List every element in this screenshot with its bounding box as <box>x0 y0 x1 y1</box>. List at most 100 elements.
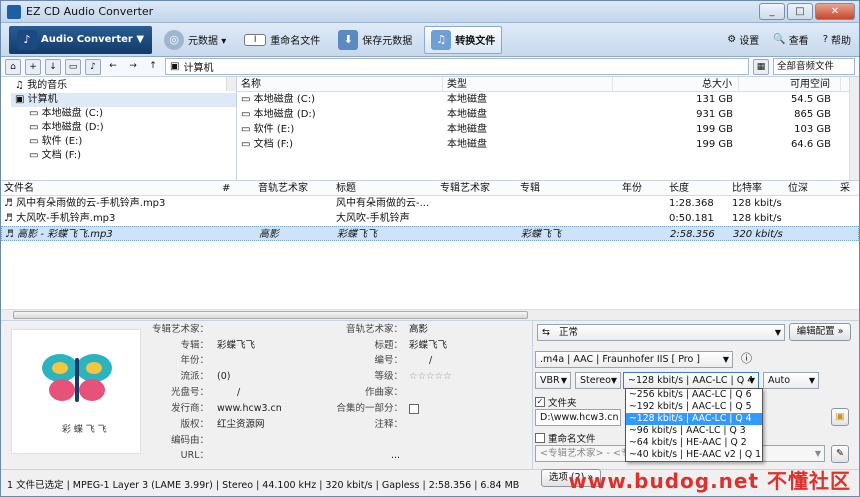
help-button[interactable]: ? 帮助 <box>823 32 851 47</box>
track-bitrate: 320 kbit/s <box>733 229 783 240</box>
album-value[interactable]: 彩蝶飞飞 <box>217 339 255 353</box>
settings-button[interactable]: ⚙ 设置 <box>727 32 759 47</box>
tree-label: 本地磁盘 (C:) <box>41 108 103 119</box>
file-browser: ♫ 我的音乐 ▣ 计算机 ▭ 本地磁盘 (C:) ▭ 本地磁盘 (D:) ▭ 软… <box>1 77 859 181</box>
genre-value[interactable]: (0) <box>217 370 230 384</box>
drive-row[interactable]: ▭ 本地磁盘 (C:) 本地磁盘 131 GB 54.5 GB <box>237 92 859 107</box>
tree-scrollbar[interactable] <box>226 77 236 91</box>
add-folder-icon[interactable]: + <box>25 58 41 75</box>
col-length[interactable]: 长度 <box>666 181 729 195</box>
album-art[interactable]: 彩 蝶 飞 飞 <box>11 329 141 454</box>
save-metadata-button[interactable]: ⬇ 保存元数据 <box>332 26 418 54</box>
col-track-artist[interactable]: 音轨艺术家 <box>255 181 333 195</box>
compilation-checkbox[interactable] <box>409 404 419 414</box>
track-row[interactable]: ♬ 大风吹-手机铃声.mp3 大风吹-手机铃声 0:50.181 128 kbi… <box>1 211 859 226</box>
samplerate-select[interactable]: Auto ▼ <box>763 372 819 389</box>
metadata-label: 元数据 ▾ <box>188 36 227 47</box>
drive-total: 199 GB <box>696 124 733 135</box>
tree-item-drive-e[interactable]: ▭ 软件 (E:) <box>11 135 236 149</box>
col-free[interactable]: 可用空间 <box>739 77 841 91</box>
drive-row[interactable]: ▭ 文档 (F:) 本地磁盘 199 GB 64.6 GB <box>237 137 859 152</box>
col-title[interactable]: 标题 <box>333 181 437 195</box>
computer-icon[interactable]: ▭ <box>65 58 81 75</box>
track-row-selected[interactable]: ♬ 高影 - 彩蝶飞飞.mp3 高影 彩蝶飞飞 彩蝶飞飞 2:58.356 32… <box>1 226 859 241</box>
quality-option[interactable]: ~256 kbit/s | AAC-LC | Q 6 <box>626 389 762 401</box>
drive-total: 199 GB <box>696 139 733 150</box>
edit-pattern-button[interactable]: ✎ <box>831 445 849 463</box>
url-value[interactable]: ... <box>391 449 400 463</box>
copyright-value[interactable]: 红尘资源网 <box>217 418 265 432</box>
mode-select[interactable]: VBR ▼ <box>535 372 571 389</box>
number-value[interactable]: / <box>429 354 432 368</box>
browse-folder-button[interactable]: ▣ <box>831 408 849 426</box>
tree-item-computer[interactable]: ▣ 计算机 <box>11 93 236 107</box>
folder-checkbox[interactable]: ✓ 文件夹 <box>535 395 577 409</box>
drive-row[interactable]: ▭ 软件 (E:) 本地磁盘 199 GB 103 GB <box>237 122 859 137</box>
quality-select[interactable]: ~128 kbit/s | AAC-LC | Q 4 ▼ <box>623 372 759 389</box>
tree-item-drive-f[interactable]: ▭ 文档 (F:) <box>11 149 236 163</box>
info-icon[interactable]: ⓘ <box>741 352 752 366</box>
col-bitrate[interactable]: 比特率 <box>729 181 785 195</box>
col-number[interactable]: # <box>219 181 255 195</box>
tree-item-drive-d[interactable]: ▭ 本地磁盘 (D:) <box>11 121 236 135</box>
quality-option[interactable]: ~64 kbit/s | HE-AAC | Q 2 <box>626 437 762 449</box>
home-icon[interactable]: ⌂ <box>5 58 21 75</box>
rating-stars[interactable]: ☆☆☆☆☆ <box>409 370 452 384</box>
save-icon: ⬇ <box>338 29 359 50</box>
maximize-button[interactable]: □ <box>787 3 813 20</box>
col-samplerate[interactable]: 采 <box>837 181 859 195</box>
col-album-artist[interactable]: 专辑艺术家 <box>437 181 517 195</box>
drive-list-scrollbar[interactable] <box>849 77 859 180</box>
tree-item-drive-c[interactable]: ▭ 本地磁盘 (C:) <box>11 107 236 121</box>
up-icon[interactable]: ↑ <box>145 59 161 75</box>
file-type-filter[interactable]: 全部音频文件 <box>773 58 855 75</box>
output-folder-input[interactable]: D:\www.hcw3.cn <box>535 409 621 426</box>
convert-files-button[interactable]: ♫ 转换文件 <box>424 25 503 54</box>
channels-select[interactable]: Stereo ▼ <box>575 372 621 389</box>
col-name[interactable]: 名称 <box>237 77 443 91</box>
rename-checkbox[interactable]: 重命名文件 <box>535 431 596 445</box>
drive-free: 103 GB <box>794 124 831 135</box>
tree-item-music[interactable]: ♫ 我的音乐 <box>11 79 236 93</box>
quality-option[interactable]: ~96 kbit/s | AAC-LC | Q 3 <box>626 425 762 437</box>
drive-row[interactable]: ▭ 本地磁盘 (D:) 本地磁盘 931 GB 865 GB <box>237 107 859 122</box>
ribbon-right-menu: ⚙ 设置 🔍 查看 ? 帮助 <box>727 32 851 47</box>
quality-option[interactable]: ~40 kbit/s | HE-AAC v2 | Q 1 <box>626 449 762 461</box>
track-list-hscrollbar[interactable] <box>1 309 859 320</box>
col-type[interactable]: 类型 <box>443 77 613 91</box>
quality-option[interactable]: ~192 kbit/s | AAC-LC | Q 5 <box>626 401 762 413</box>
profile-select[interactable]: ⇆ 正常 ▼ <box>537 324 785 341</box>
col-album[interactable]: 专辑 <box>517 181 619 195</box>
rename-files-button[interactable]: I 重命名文件 <box>238 26 326 54</box>
minimize-button[interactable]: _ <box>759 3 785 20</box>
music-icon[interactable]: ♪ <box>85 58 101 75</box>
audio-converter-button[interactable]: ♪ Audio Converter ▼ <box>9 25 153 54</box>
format-select[interactable]: .m4a | AAC | Fraunhofer IIS [ Pro ] ▼ <box>535 351 733 368</box>
col-year[interactable]: 年份 <box>619 181 666 195</box>
ribbon-toolbar: ♪ Audio Converter ▼ ◎ 元数据 ▾ I 重命名文件 ⬇ 保存… <box>1 23 859 57</box>
title-value[interactable]: 彩蝶飞飞 <box>409 339 447 353</box>
drive-name: 本地磁盘 (C:) <box>253 94 315 105</box>
back-icon[interactable]: ← <box>105 59 121 75</box>
col-bitdepth[interactable]: 位深 <box>785 181 837 195</box>
butterfly-icon <box>42 354 112 402</box>
forward-icon[interactable]: → <box>125 59 141 75</box>
col-filename[interactable]: 文件名 <box>1 181 219 195</box>
disc-value[interactable]: / <box>237 386 240 400</box>
scroll-thumb[interactable] <box>13 311 528 319</box>
track-artist-value[interactable]: 高影 <box>409 323 428 337</box>
close-button[interactable]: ✕ <box>815 3 855 20</box>
track-row[interactable]: ♬ 风中有朵雨做的云-手机铃声.mp3 风中有朵雨做的云-... 1:28.36… <box>1 196 859 211</box>
field-label: 光盘号： <box>170 387 209 398</box>
col-total[interactable]: 总大小 <box>613 77 739 91</box>
rename-files-label: 重命名文件 <box>548 434 596 445</box>
settings-label: 设置 <box>739 36 760 47</box>
publisher-value[interactable]: www.hcw3.cn <box>217 402 282 416</box>
view-mode-icon[interactable]: ▦ <box>753 58 769 75</box>
view-button[interactable]: 🔍 查看 <box>773 32 808 47</box>
metadata-button[interactable]: ◎ 元数据 ▾ <box>158 26 232 54</box>
quality-option-selected[interactable]: ~128 kbit/s | AAC-LC | Q 4 <box>626 413 762 425</box>
address-bar[interactable]: ▣ 计算机 <box>165 58 749 75</box>
add-files-icon[interactable]: ↓ <box>45 58 61 75</box>
edit-profile-button[interactable]: 编辑配置 » <box>789 323 851 341</box>
